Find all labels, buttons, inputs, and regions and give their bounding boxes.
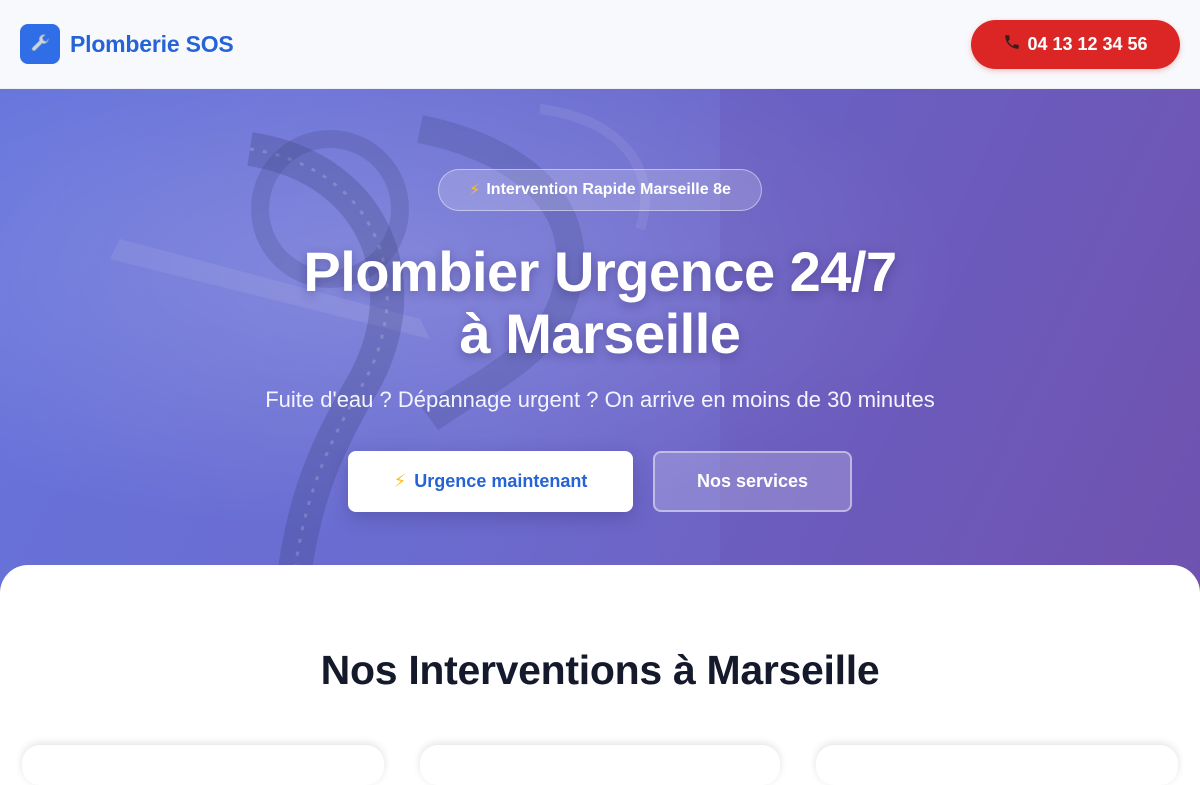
wrench-icon xyxy=(20,24,60,64)
our-services-button[interactable]: Nos services xyxy=(653,451,852,512)
intervention-badge: ⚡ Intervention Rapide Marseille 8e xyxy=(438,169,762,211)
urgent-now-button[interactable]: ⚡ Urgence maintenant xyxy=(348,451,633,512)
brand-name: Plomberie SOS xyxy=(70,30,234,57)
interventions-section: Nos Interventions à Marseille xyxy=(0,565,1200,785)
phone-icon xyxy=(1003,33,1021,56)
hero-subtitle: Fuite d'eau ? Dépannage urgent ? On arri… xyxy=(265,387,935,412)
brand[interactable]: Plomberie SOS xyxy=(20,24,234,64)
service-card[interactable] xyxy=(22,745,384,785)
hero-title-line2: à Marseille xyxy=(459,302,741,365)
phone-number: 04 13 12 34 56 xyxy=(1027,33,1148,54)
hero-content: ⚡ Intervention Rapide Marseille 8e Plomb… xyxy=(0,89,1200,565)
service-card[interactable] xyxy=(816,745,1178,785)
lightning-icon: ⚡ xyxy=(469,182,481,199)
hero-title-line1: Plombier Urgence 24/7 xyxy=(303,240,897,303)
section-title: Nos Interventions à Marseille xyxy=(320,647,880,693)
hero-title: Plombier Urgence 24/7 à Marseille xyxy=(303,240,897,365)
lightning-icon: ⚡ xyxy=(393,471,407,491)
hero-actions: ⚡ Urgence maintenant Nos services xyxy=(348,451,852,512)
site-header: Plomberie SOS 04 13 12 34 56 xyxy=(0,0,1200,89)
service-card[interactable] xyxy=(420,745,780,785)
our-services-label: Nos services xyxy=(696,471,809,491)
call-phone-button[interactable]: 04 13 12 34 56 xyxy=(971,19,1180,69)
urgent-now-label: Urgence maintenant xyxy=(414,471,588,491)
hero-section: ⚡ Intervention Rapide Marseille 8e Plomb… xyxy=(0,89,1200,609)
badge-label: Intervention Rapide Marseille 8e xyxy=(486,181,731,198)
